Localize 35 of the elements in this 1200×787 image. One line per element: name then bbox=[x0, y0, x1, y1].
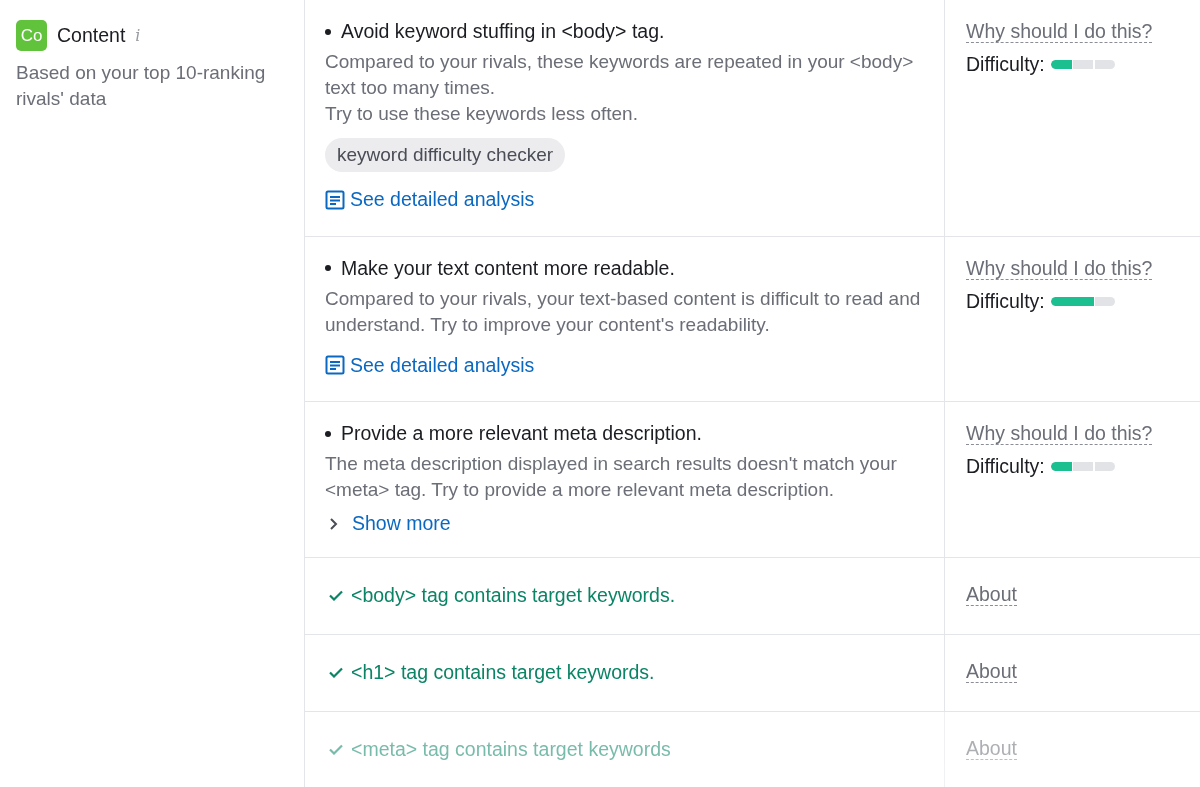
issue-description: The meta description displayed in search results doesn't match your <meta> tag. Try to provide a more relevant meta description. bbox=[325, 452, 898, 502]
passed-check-text: <h1> tag contains target keywords. bbox=[351, 661, 655, 684]
category-badge: Co bbox=[16, 20, 47, 51]
detailed-analysis-link[interactable]: See detailed analysis bbox=[325, 188, 535, 211]
detailed-analysis-link[interactable]: See detailed analysis bbox=[325, 353, 535, 377]
difficulty-label: Difficulty: bbox=[966, 289, 1045, 313]
info-icon[interactable]: i bbox=[135, 26, 141, 45]
bullet-icon bbox=[325, 28, 331, 35]
difficulty-label: Difficulty: bbox=[966, 53, 1045, 76]
check-icon bbox=[329, 667, 343, 678]
issue-title: Provide a more relevant meta description. bbox=[341, 422, 702, 445]
bullet-icon bbox=[325, 265, 331, 271]
chevron-icon bbox=[329, 516, 338, 531]
category-title: Content bbox=[57, 24, 126, 47]
document-icon bbox=[325, 189, 345, 210]
issue-description: Compared to your rivals, your text-based content is difficult to read and understand. Try to improve your content's readability. bbox=[325, 286, 922, 337]
issue-description: Try to use these keywords less often. bbox=[325, 102, 639, 126]
keyword-tag[interactable]: keyword difficulty checker bbox=[325, 138, 566, 172]
passed-check-text: <meta> tag contains target keywords bbox=[351, 738, 671, 761]
why-link[interactable]: Why should I do this? bbox=[966, 422, 1153, 445]
issue-title: Make your text content more readable. bbox=[341, 256, 675, 280]
check-icon bbox=[329, 590, 343, 601]
issue-title: Avoid keyword stuffing in <body> tag. bbox=[341, 20, 665, 43]
passed-check-text: <body> tag contains target keywords. bbox=[351, 584, 676, 607]
difficulty-label: Difficulty: bbox=[966, 455, 1045, 478]
why-link[interactable]: Why should I do this? bbox=[966, 256, 1153, 280]
about-link[interactable]: About bbox=[966, 583, 1017, 606]
show-more-link[interactable]: Show more bbox=[325, 512, 451, 535]
about-link[interactable]: About bbox=[966, 660, 1017, 683]
document-icon bbox=[325, 355, 345, 375]
bullet-icon bbox=[325, 430, 331, 437]
check-icon bbox=[329, 744, 343, 755]
why-link[interactable]: Why should I do this? bbox=[966, 20, 1153, 43]
issue-description: Compared to your rivals, these keywords are repeated in your <body> text too many times. bbox=[325, 50, 915, 100]
category-subtitle: Based on your top 10-ranking rivals' data bbox=[16, 61, 267, 111]
